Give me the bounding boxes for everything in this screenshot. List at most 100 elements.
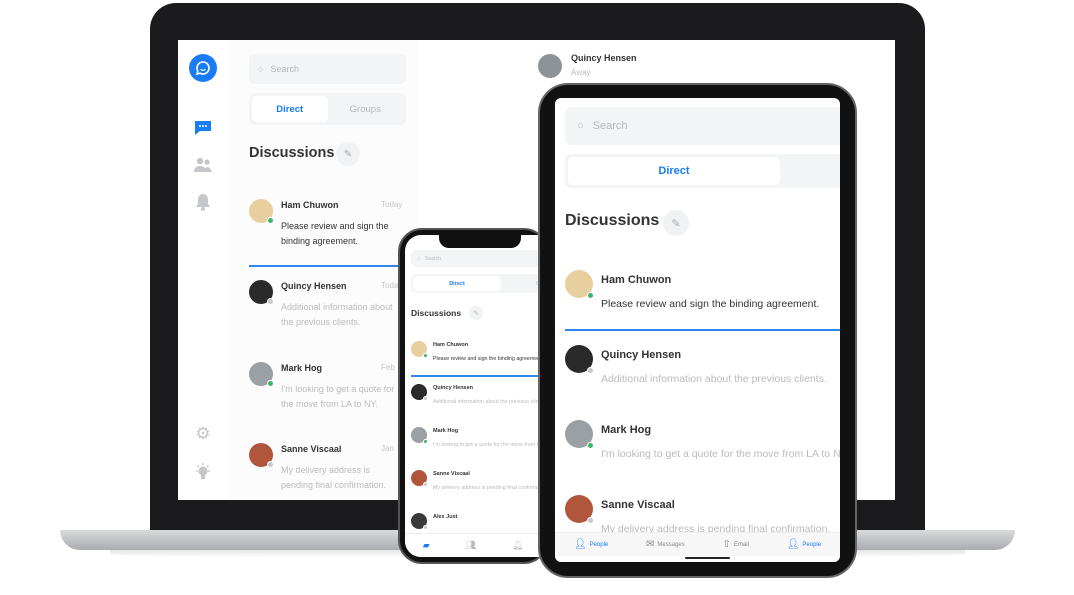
tab-bar-label: Messages xyxy=(657,541,685,548)
message-preview: I'm looking to get a quote for the move … xyxy=(433,442,541,448)
messages-icon[interactable] xyxy=(193,117,213,137)
message-date: Jan xyxy=(381,444,394,453)
selected-divider xyxy=(249,265,414,267)
pencil-icon: ✎ xyxy=(671,217,681,230)
page-title: Discussions xyxy=(565,212,660,229)
phone-tab-bar: ▰ 👥︎ 🔔︎ xyxy=(405,533,541,557)
presence-dot xyxy=(423,439,428,444)
tab-bar-item[interactable]: 👤︎ People xyxy=(787,539,821,550)
tab-groups[interactable]: Groups xyxy=(328,96,404,122)
message-preview: Additional information about the previou… xyxy=(601,373,827,385)
tab-bar-label: People xyxy=(802,541,822,548)
presence-dot xyxy=(587,367,594,374)
contact-name: Mark Hog xyxy=(601,424,652,436)
selected-divider xyxy=(411,375,541,377)
edit-button[interactable]: ✎ xyxy=(469,306,483,320)
contact-name: Alex Just xyxy=(433,514,458,520)
contacts-icon[interactable] xyxy=(193,155,213,175)
tab-bar: Direct Groups xyxy=(249,93,406,125)
tab-bar-item[interactable]: ✉ Messages xyxy=(646,539,685,550)
conversation-panel: ○ Search Direct Groups Discussions ✎ Ham … xyxy=(228,40,418,500)
contact-name: Ham Chuwon xyxy=(601,274,672,286)
contacts-icon[interactable]: 👥︎ xyxy=(465,540,476,551)
tab-bar-label: Email xyxy=(733,541,749,548)
message-date: Today xyxy=(381,200,403,209)
chat-bubble-icon xyxy=(195,61,210,76)
contact-name: Quincy Hensen xyxy=(601,349,682,361)
tab-groups[interactable]: Groups xyxy=(780,157,840,185)
message-preview: My delivery address is xyxy=(281,465,371,475)
contact-name: Ham Chuwon xyxy=(281,200,339,210)
contact-name: Mark Hog xyxy=(281,363,323,373)
lightbulb-icon[interactable] xyxy=(193,462,213,482)
search-input[interactable]: ○ Search xyxy=(249,54,406,84)
message-date: Feb xyxy=(381,363,395,372)
presence-dot xyxy=(423,396,428,401)
home-indicator xyxy=(685,557,730,559)
tablet-screen: ○ Search Direct Groups Discussions ✎ Ham … xyxy=(555,98,840,562)
page-title: Discussions xyxy=(249,145,335,161)
phone-screen: ○ Search Direct Groups Discussions ✎ Ham … xyxy=(405,235,541,557)
search-icon: ○ xyxy=(258,64,264,74)
contact-name: Quincy Hensen xyxy=(281,281,347,291)
contact-name: Sanne Viscaal xyxy=(433,471,470,477)
contact-name: Quincy Hensen xyxy=(433,385,474,391)
search-placeholder: Search xyxy=(425,255,441,262)
app-logo[interactable] xyxy=(189,54,217,82)
tab-bar-item[interactable]: ⇧ Email xyxy=(723,539,749,550)
messages-icon[interactable]: ▰ xyxy=(423,540,430,551)
search-input[interactable]: ○ Search xyxy=(565,107,840,145)
phone-notch xyxy=(439,235,521,248)
presence-dot xyxy=(267,461,274,468)
message-preview: Additional information about the previou… xyxy=(433,399,541,405)
tab-bar: Direct Groups xyxy=(411,274,541,293)
message-preview: Additional information about xyxy=(281,302,393,312)
presence-dot xyxy=(267,380,274,387)
upload-icon: ⇧ xyxy=(722,539,731,550)
tablet-tab-bar: 👤︎ People ✉ Messages ⇧ Email 👤︎ People xyxy=(555,532,840,556)
search-input[interactable]: ○ Search xyxy=(411,250,541,267)
search-placeholder: Search xyxy=(592,120,628,132)
search-placeholder: Search xyxy=(270,64,299,74)
bell-icon[interactable] xyxy=(193,192,213,212)
search-icon: ○ xyxy=(417,255,421,262)
people-icon: 👤︎ xyxy=(573,539,587,550)
tab-direct[interactable]: Direct xyxy=(252,96,328,122)
tab-bar-label: People xyxy=(589,541,609,548)
presence-dot xyxy=(423,525,428,530)
people-icon: 👤︎ xyxy=(786,539,800,550)
page-title: Discussions xyxy=(411,308,462,318)
presence-dot xyxy=(587,292,594,299)
message-preview: Please review and sign the binding agree… xyxy=(433,356,541,362)
message-preview: binding agreement. xyxy=(281,236,359,246)
contact-name: Mark Hog xyxy=(433,428,459,434)
bell-icon[interactable]: 🔔︎ xyxy=(512,540,523,551)
tab-direct[interactable]: Direct xyxy=(413,276,501,291)
tab-groups[interactable]: Groups xyxy=(501,276,541,291)
settings-gear-icon[interactable]: ⚙ xyxy=(193,424,213,444)
contact-name: Sanne Viscaal xyxy=(281,444,342,454)
contact-name: Ham Chuwon xyxy=(433,342,469,348)
presence-dot xyxy=(423,353,428,358)
edit-button[interactable]: ✎ xyxy=(663,210,689,236)
message-preview: Please review and sign the xyxy=(281,221,389,231)
selected-divider xyxy=(565,329,840,331)
chat-contact-name: Quincy Hensen xyxy=(571,53,637,63)
message-preview: the move from LA to NY. xyxy=(281,399,378,409)
avatar[interactable] xyxy=(538,54,562,78)
tab-direct[interactable]: Direct xyxy=(568,157,780,185)
message-preview: pending final confirmation. xyxy=(281,480,387,490)
presence-dot xyxy=(587,442,594,449)
edit-button[interactable]: ✎ xyxy=(336,142,360,166)
search-icon: ○ xyxy=(577,120,584,132)
pencil-icon: ✎ xyxy=(343,148,353,160)
tab-bar-item[interactable]: 👤︎ People xyxy=(574,539,608,550)
sidebar: ⚙ xyxy=(178,40,228,500)
tab-bar: Direct Groups xyxy=(565,154,840,188)
presence-dot xyxy=(587,517,594,524)
envelope-icon: ✉ xyxy=(646,539,655,550)
message-preview: Please review and sign the binding agree… xyxy=(601,298,820,310)
message-preview: the previous clients. xyxy=(281,317,361,327)
message-preview: My delivery address is pending final con… xyxy=(433,485,541,491)
presence-dot xyxy=(267,298,274,305)
